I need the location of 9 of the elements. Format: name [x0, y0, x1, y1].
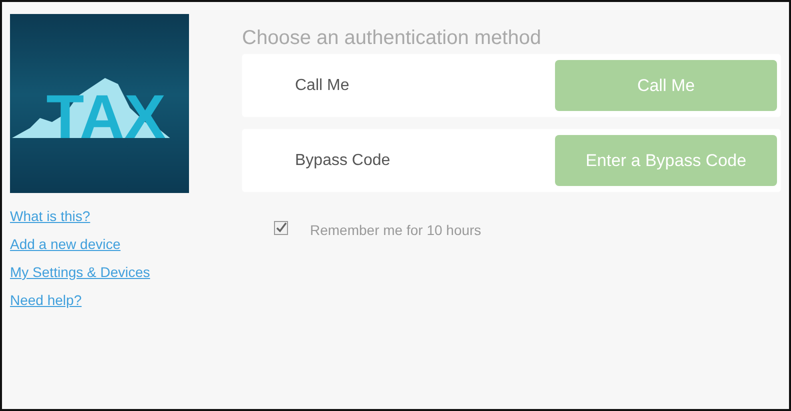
method-label: Call Me [295, 76, 350, 94]
help-link[interactable]: Need help? [10, 291, 82, 310]
help-link[interactable]: Add a new device [10, 235, 121, 254]
remember-label: Remember me for 10 hours [310, 222, 482, 238]
help-link[interactable]: My Settings & Devices [10, 263, 150, 282]
page-heading: Choose an authentication method [242, 26, 542, 50]
help-link[interactable]: What is this? [10, 207, 90, 226]
method-label: Bypass Code [295, 152, 390, 170]
remember-checkbox[interactable] [274, 221, 288, 235]
